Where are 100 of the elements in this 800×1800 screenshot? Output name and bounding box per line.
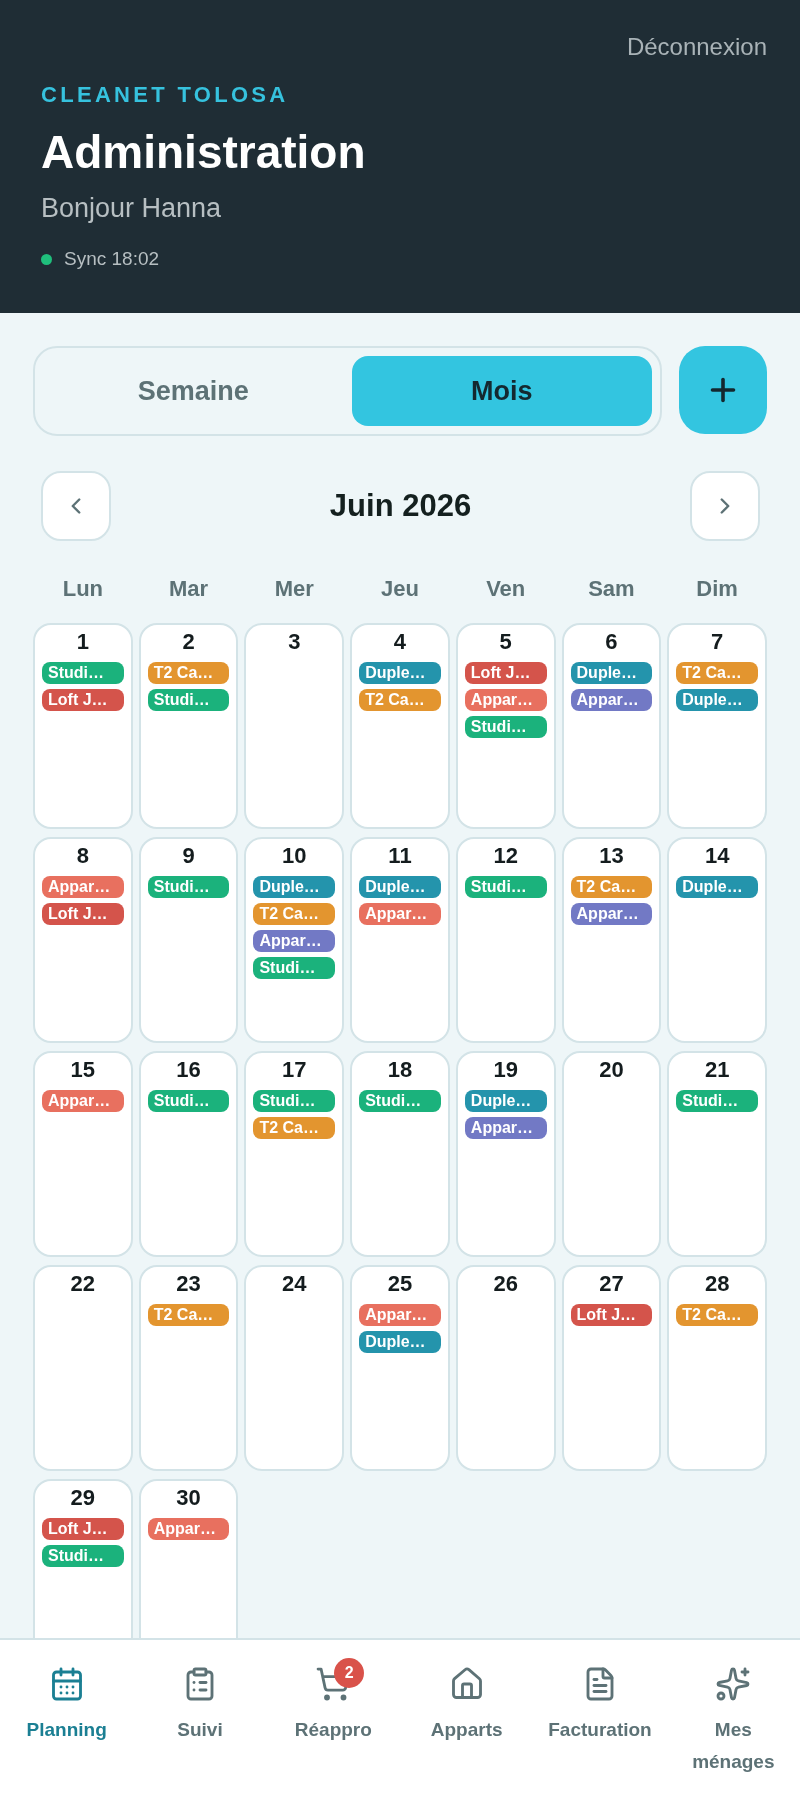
day-cell[interactable]: 2 T2 Ca… Studi…	[138, 623, 239, 829]
weekday-label: Mar	[169, 576, 209, 602]
day-cell[interactable]: 27 Loft J…	[561, 1265, 662, 1471]
add-button[interactable]	[679, 346, 767, 434]
event-chip[interactable]: Duple…	[359, 1331, 441, 1353]
logout-link[interactable]: Déconnexion	[626, 33, 767, 61]
event-chip[interactable]: Duple…	[676, 689, 758, 711]
view-tab[interactable]: Mois	[351, 356, 652, 426]
event-chip[interactable]: Duple…	[359, 876, 441, 898]
day-cell[interactable]: 21 Studi…	[667, 1051, 767, 1257]
day-cell[interactable]: 15 Appar…	[33, 1051, 133, 1257]
event-chip[interactable]: Studi…	[42, 662, 124, 684]
day-cell[interactable]: 11 Duple… Appar…	[350, 837, 450, 1043]
event-chip[interactable]: Appar…	[359, 903, 441, 925]
day-cell[interactable]: 9 Studi…	[138, 837, 239, 1043]
event-chip[interactable]: Duple…	[464, 1090, 547, 1112]
day-cell[interactable]: 18 Studi…	[350, 1051, 450, 1257]
event-chip[interactable]: Appar…	[42, 876, 124, 898]
day-cell[interactable]: 14 Duple…	[667, 837, 767, 1043]
day-number: 28	[704, 1271, 730, 1297]
event-chip[interactable]: T2 Ca…	[570, 876, 653, 898]
event-chip[interactable]: Duple…	[359, 662, 441, 684]
event-chip[interactable]: T2 Ca…	[147, 662, 230, 684]
day-cell[interactable]: 26	[455, 1265, 556, 1471]
day-cell[interactable]: 30 Appar…	[138, 1479, 239, 1638]
event-chip[interactable]: Appar…	[570, 903, 653, 925]
event-chip[interactable]: Appar…	[253, 930, 336, 952]
day-number: 13	[599, 843, 624, 869]
event-chip[interactable]: Appar…	[42, 1090, 124, 1112]
event-chip[interactable]: Studi…	[359, 1090, 441, 1112]
nav-tab[interactable]: Mes ménages	[675, 1658, 792, 1778]
day-cell[interactable]: 24	[244, 1265, 345, 1471]
weekday-label: Dim	[696, 576, 738, 602]
day-number: 10	[282, 843, 307, 869]
event-chip[interactable]: Studi…	[676, 1090, 758, 1112]
day-number: 21	[704, 1057, 730, 1083]
event-chip[interactable]: T2 Ca…	[253, 903, 336, 925]
day-cell[interactable]: 5 Loft J… Appar… Studi…	[455, 623, 556, 829]
event-chip[interactable]: Appar…	[464, 1117, 547, 1139]
event-chip[interactable]: Loft J…	[42, 1518, 124, 1540]
nav-tab[interactable]: Suivi	[175, 1658, 225, 1746]
previous-month-button[interactable]	[41, 471, 111, 541]
day-number: 6	[605, 629, 618, 655]
day-cell[interactable]: 17 Studi… T2 Ca…	[244, 1051, 345, 1257]
event-chip[interactable]: T2 Ca…	[676, 1304, 758, 1326]
event-chip[interactable]: Loft J…	[42, 903, 124, 925]
event-chip[interactable]: Studi…	[464, 716, 547, 738]
event-chip[interactable]: Appar…	[570, 689, 653, 711]
month-title: Juin 2026	[329, 488, 472, 524]
day-cell[interactable]: 28 T2 Ca…	[667, 1265, 767, 1471]
event-chip[interactable]: T2 Ca…	[676, 662, 758, 684]
day-cell[interactable]: 4 Duple… T2 Ca…	[350, 623, 450, 829]
day-cell[interactable]: 3	[244, 623, 345, 829]
event-chip[interactable]: Appar…	[147, 1518, 230, 1540]
day-number: 1	[76, 629, 89, 655]
day-cell[interactable]: 6 Duple… Appar…	[561, 623, 662, 829]
weekday-label: Lun	[62, 576, 103, 602]
day-cell[interactable]: 20	[561, 1051, 662, 1257]
weekday-label: Sam	[588, 576, 635, 602]
event-chip[interactable]: Studi…	[253, 957, 336, 979]
nav-tab[interactable]: Planning	[24, 1658, 109, 1746]
event-chip[interactable]: Loft J…	[42, 689, 124, 711]
day-cell[interactable]: 10 Duple… T2 Ca… Appar… Studi…	[244, 837, 345, 1043]
day-number: 29	[70, 1485, 96, 1511]
day-cell[interactable]: 13 T2 Ca… Appar…	[561, 837, 662, 1043]
day-cell[interactable]: 19 Duple… Appar…	[455, 1051, 556, 1257]
event-chip[interactable]: Appar…	[359, 1304, 441, 1326]
event-chip[interactable]: Studi…	[42, 1545, 124, 1567]
view-tab[interactable]: Semaine	[43, 356, 344, 426]
event-chip[interactable]: Studi…	[147, 1090, 230, 1112]
day-cell[interactable]: 7 T2 Ca… Duple…	[667, 623, 767, 829]
event-chip[interactable]: T2 Ca…	[253, 1117, 336, 1139]
event-chip[interactable]: Appar…	[464, 689, 547, 711]
event-chip[interactable]: Studi…	[147, 876, 230, 898]
day-cell[interactable]: 29 Loft J… Studi…	[33, 1479, 133, 1638]
day-number: 26	[493, 1271, 518, 1297]
nav-tab[interactable]: Apparts	[428, 1658, 505, 1746]
next-month-button[interactable]	[690, 471, 760, 541]
day-cell[interactable]: 22	[33, 1265, 133, 1471]
event-chip[interactable]: Duple…	[253, 876, 336, 898]
day-number: 5	[499, 629, 512, 655]
day-cell[interactable]: 1 Studi… Loft J…	[33, 623, 133, 829]
event-chip[interactable]: Duple…	[570, 662, 653, 684]
nav-tab[interactable]: 2 Réappro	[292, 1658, 374, 1746]
nav-tab[interactable]: Facturation	[546, 1658, 654, 1746]
event-chip[interactable]: Studi…	[147, 689, 230, 711]
day-number: 12	[493, 843, 518, 869]
day-cell[interactable]: 25 Appar… Duple…	[350, 1265, 450, 1471]
event-chip[interactable]: T2 Ca…	[359, 689, 441, 711]
event-chip[interactable]: Loft J…	[464, 662, 547, 684]
day-cell[interactable]: 8 Appar… Loft J…	[33, 837, 133, 1043]
event-chip[interactable]: Studi…	[464, 876, 547, 898]
event-chip[interactable]: Studi…	[253, 1090, 336, 1112]
day-cell[interactable]: 16 Studi…	[138, 1051, 239, 1257]
day-cell[interactable]: 23 T2 Ca…	[138, 1265, 239, 1471]
event-chip[interactable]: Duple…	[676, 876, 758, 898]
day-cell[interactable]: 12 Studi…	[455, 837, 556, 1043]
event-chip[interactable]: T2 Ca…	[147, 1304, 230, 1326]
day-number: 4	[393, 629, 407, 655]
event-chip[interactable]: Loft J…	[570, 1304, 653, 1326]
